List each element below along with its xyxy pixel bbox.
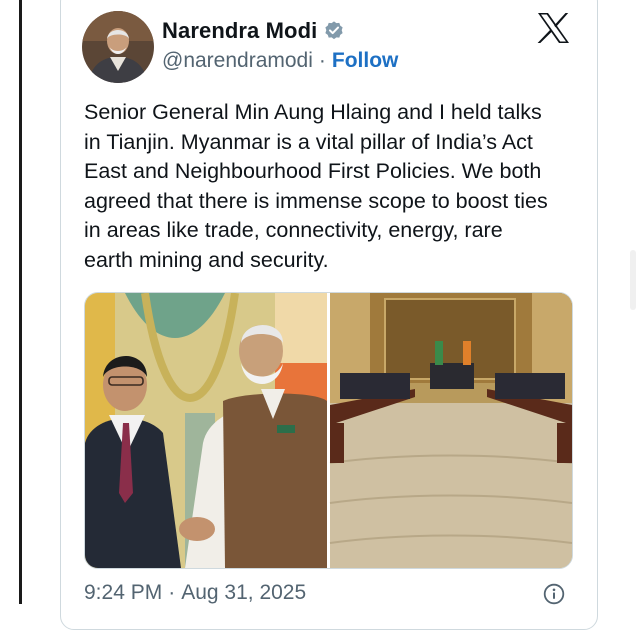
tweet-time[interactable]: 9:24 PM — [84, 581, 162, 605]
avatar[interactable] — [82, 11, 154, 83]
separator-dot: · — [168, 581, 176, 604]
tweet-text-line: agreed that there is immense scope to bo… — [84, 188, 548, 213]
tweet-text-line: in Tianjin. Myanmar is a vital pillar of… — [84, 129, 533, 154]
tweet-text-line: earth mining and security. — [84, 247, 329, 272]
tweet-date[interactable]: Aug 31, 2025 — [181, 581, 306, 605]
scrollbar-thumb[interactable] — [630, 250, 636, 310]
separator-dot: · — [318, 49, 326, 72]
tweet-text-line: in areas like trade, connectivity, energ… — [84, 218, 503, 242]
tweet-text: Senior General Min Aung Hlaing and I hel… — [84, 98, 584, 275]
tweet-text-line: East and Neighbourhood First Policies. W… — [84, 159, 542, 183]
handle-row: @narendramodi · Follow — [162, 48, 398, 74]
author-handle[interactable]: @narendramodi — [162, 49, 313, 73]
info-icon[interactable] — [543, 583, 565, 605]
verified-badge-icon — [325, 21, 343, 40]
follow-button[interactable]: Follow — [332, 49, 399, 73]
timestamp-row: 9:24 PM · Aug 31, 2025 — [84, 579, 306, 607]
tweet-media[interactable] — [84, 292, 573, 569]
x-logo-icon[interactable] — [536, 12, 570, 44]
author-name[interactable]: Narendra Modi — [162, 18, 317, 44]
photo-meeting-room[interactable] — [329, 293, 572, 568]
author-row: Narendra Modi — [162, 16, 345, 46]
photo-handshake[interactable] — [85, 293, 327, 568]
tweet-text-line: Senior General Min Aung Hlaing and I hel… — [84, 100, 542, 124]
left-divider — [19, 0, 22, 604]
